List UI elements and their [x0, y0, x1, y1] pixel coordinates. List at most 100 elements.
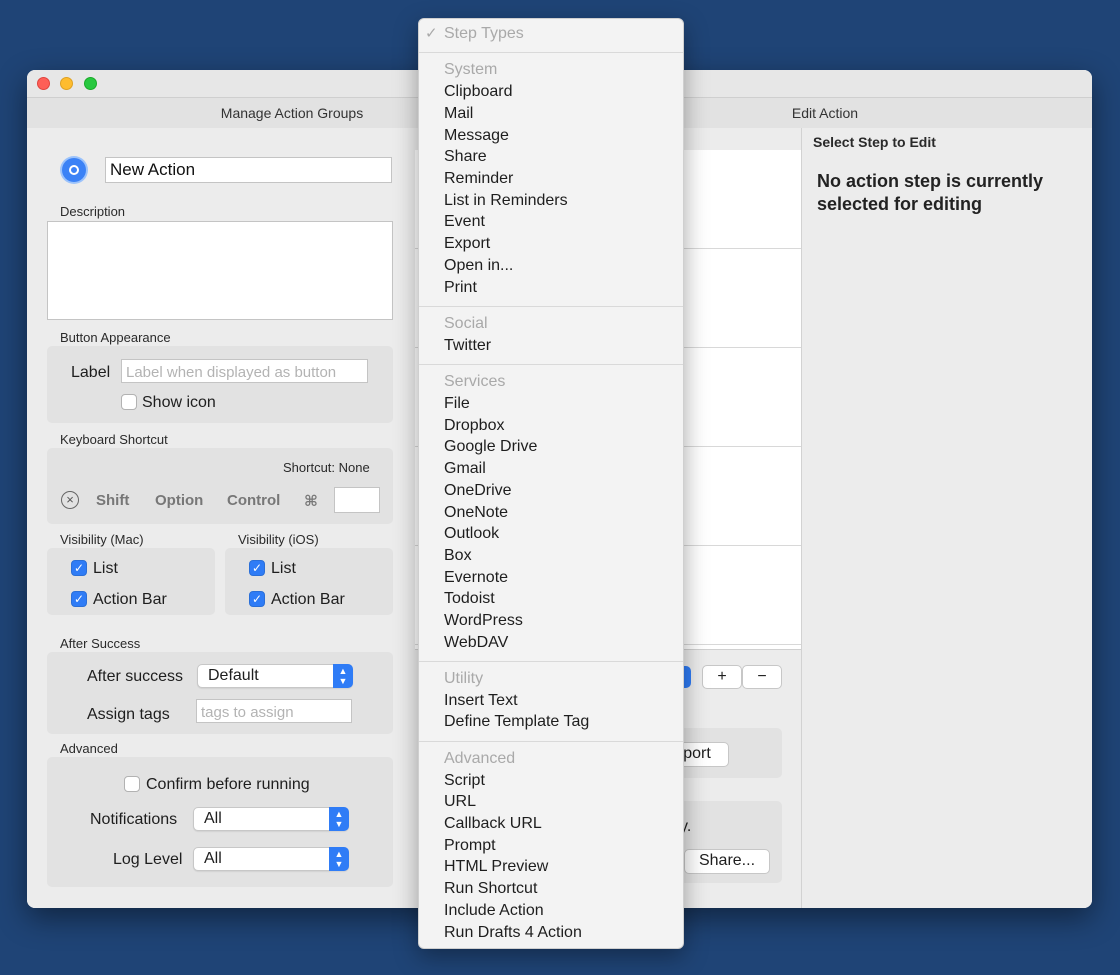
- ios-action-bar-checkbox[interactable]: ✓: [249, 591, 265, 607]
- show-icon-checkbox[interactable]: [121, 394, 137, 410]
- button-appearance-box: [47, 346, 393, 423]
- menu-item-gmail[interactable]: Gmail: [444, 459, 486, 479]
- mac-list-label: List: [93, 560, 118, 577]
- log-level-select[interactable]: All ▲ ▼: [193, 847, 349, 871]
- visibility-mac-label: Visibility (Mac): [60, 532, 144, 547]
- menu-item-message[interactable]: Message: [444, 126, 509, 146]
- menu-item-run-drafts-4-action[interactable]: Run Drafts 4 Action: [444, 923, 582, 943]
- action-settings-pane: New Action Description Button Appearance…: [27, 128, 415, 908]
- confirm-before-running-label: Confirm before running: [146, 776, 310, 793]
- menu-item-define-template-tag[interactable]: Define Template Tag: [444, 712, 589, 732]
- option-modifier[interactable]: Option: [155, 492, 203, 509]
- menu-item-evernote[interactable]: Evernote: [444, 568, 508, 588]
- menu-item-callback-url[interactable]: Callback URL: [444, 814, 542, 834]
- after-success-value: Default: [208, 667, 259, 684]
- menu-item-include-action[interactable]: Include Action: [444, 901, 544, 921]
- menu-item-script[interactable]: Script: [444, 771, 485, 791]
- chevron-updown-icon: ▲ ▼: [329, 847, 349, 871]
- assign-tags-field[interactable]: tags to assign: [196, 699, 352, 723]
- menu-item-html-preview[interactable]: HTML Preview: [444, 857, 548, 877]
- shortcut-status: Shortcut: None: [283, 460, 370, 475]
- menu-separator: [419, 661, 683, 662]
- step-editor-pane: Select Step to Edit No action step is cu…: [801, 128, 1092, 908]
- notifications-select[interactable]: All ▲ ▼: [193, 807, 349, 831]
- visibility-ios-label: Visibility (iOS): [238, 532, 319, 547]
- advanced-section-label: Advanced: [60, 741, 118, 756]
- no-step-selected-message: No action step is currently selected for…: [817, 171, 1044, 214]
- add-step-button[interactable]: +: [702, 665, 742, 689]
- after-success-select[interactable]: Default ▲ ▼: [197, 664, 353, 688]
- menu-item-run-shortcut[interactable]: Run Shortcut: [444, 879, 537, 899]
- menu-checkmark-icon: ✓: [425, 25, 438, 42]
- menu-item-todoist[interactable]: Todoist: [444, 589, 495, 609]
- menu-item-twitter[interactable]: Twitter: [444, 336, 491, 356]
- menu-item-share[interactable]: Share: [444, 147, 487, 167]
- mac-list-checkbox[interactable]: ✓: [71, 560, 87, 576]
- menu-item-google-drive[interactable]: Google Drive: [444, 437, 537, 457]
- menu-item-file[interactable]: File: [444, 394, 470, 414]
- ios-list-label: List: [271, 560, 296, 577]
- menu-separator: [419, 306, 683, 307]
- log-level-label: Log Level: [113, 851, 183, 868]
- remove-step-button[interactable]: −: [742, 665, 782, 689]
- confirm-before-running-checkbox[interactable]: [124, 776, 140, 792]
- notifications-label: Notifications: [90, 811, 178, 828]
- button-label-field[interactable]: Label when displayed as button: [121, 359, 368, 383]
- menu-item-wordpress[interactable]: WordPress: [444, 611, 523, 631]
- menu-separator: [419, 741, 683, 742]
- control-modifier[interactable]: Control: [227, 492, 280, 509]
- share-button[interactable]: Share...: [684, 849, 770, 874]
- description-field[interactable]: [47, 221, 393, 320]
- description-label: Description: [60, 204, 126, 219]
- shortcut-key-field[interactable]: [334, 487, 380, 513]
- menu-item-clipboard[interactable]: Clipboard: [444, 82, 512, 102]
- clear-shortcut-icon[interactable]: ×: [61, 491, 79, 509]
- assign-tags-placeholder: tags to assign: [201, 704, 294, 721]
- menu-item-prompt[interactable]: Prompt: [444, 836, 496, 856]
- zoom-window-button[interactable]: [84, 77, 97, 90]
- menu-item-reminder[interactable]: Reminder: [444, 169, 513, 189]
- after-success-label: After success: [87, 668, 184, 685]
- menu-header-advanced: Advanced: [444, 750, 516, 767]
- menu-item-step-types[interactable]: Step Types: [444, 24, 524, 44]
- close-window-button[interactable]: [37, 77, 50, 90]
- minimize-window-button[interactable]: [60, 77, 73, 90]
- button-label-placeholder: Label when displayed as button: [126, 364, 337, 381]
- command-modifier[interactable]: ⌘: [304, 492, 318, 510]
- step-types-menu: ✓ Step Types System Clipboard Mail Messa…: [418, 18, 684, 949]
- menu-item-dropbox[interactable]: Dropbox: [444, 416, 504, 436]
- chevron-updown-icon: ▲ ▼: [329, 807, 349, 831]
- show-icon-label: Show icon: [142, 394, 216, 411]
- menu-item-box[interactable]: Box: [444, 546, 472, 566]
- keyboard-shortcut-label: Keyboard Shortcut: [60, 432, 168, 447]
- menu-item-webdav[interactable]: WebDAV: [444, 633, 508, 653]
- button-label-label: Label: [71, 364, 111, 381]
- after-success-section-label: After Success: [60, 636, 141, 651]
- mac-action-bar-checkbox[interactable]: ✓: [71, 591, 87, 607]
- chevron-updown-icon: ▲ ▼: [333, 664, 353, 688]
- menu-header-services: Services: [444, 373, 506, 390]
- menu-item-event[interactable]: Event: [444, 212, 485, 232]
- menu-item-insert-text[interactable]: Insert Text: [444, 691, 518, 711]
- menu-item-export[interactable]: Export: [444, 234, 490, 254]
- menu-item-outlook[interactable]: Outlook: [444, 524, 499, 544]
- log-level-value: All: [204, 850, 222, 867]
- menu-separator: [419, 52, 683, 53]
- menu-item-onedrive[interactable]: OneDrive: [444, 481, 512, 501]
- action-icon[interactable]: [62, 158, 86, 182]
- menu-item-mail[interactable]: Mail: [444, 104, 473, 124]
- ios-list-checkbox[interactable]: ✓: [249, 560, 265, 576]
- mac-action-bar-label: Action Bar: [93, 591, 167, 608]
- ios-action-bar-label: Action Bar: [271, 591, 345, 608]
- assign-tags-label: Assign tags: [87, 706, 170, 723]
- menu-item-onenote[interactable]: OneNote: [444, 503, 508, 523]
- notifications-value: All: [204, 810, 222, 827]
- action-name-field[interactable]: New Action: [105, 157, 392, 183]
- menu-item-url[interactable]: URL: [444, 792, 476, 812]
- menu-item-list-in-reminders[interactable]: List in Reminders: [444, 191, 568, 211]
- menu-item-print[interactable]: Print: [444, 278, 477, 298]
- menu-header-social: Social: [444, 315, 488, 332]
- shift-modifier[interactable]: Shift: [96, 492, 129, 509]
- menu-item-open-in[interactable]: Open in...: [444, 256, 513, 276]
- menu-separator: [419, 364, 683, 365]
